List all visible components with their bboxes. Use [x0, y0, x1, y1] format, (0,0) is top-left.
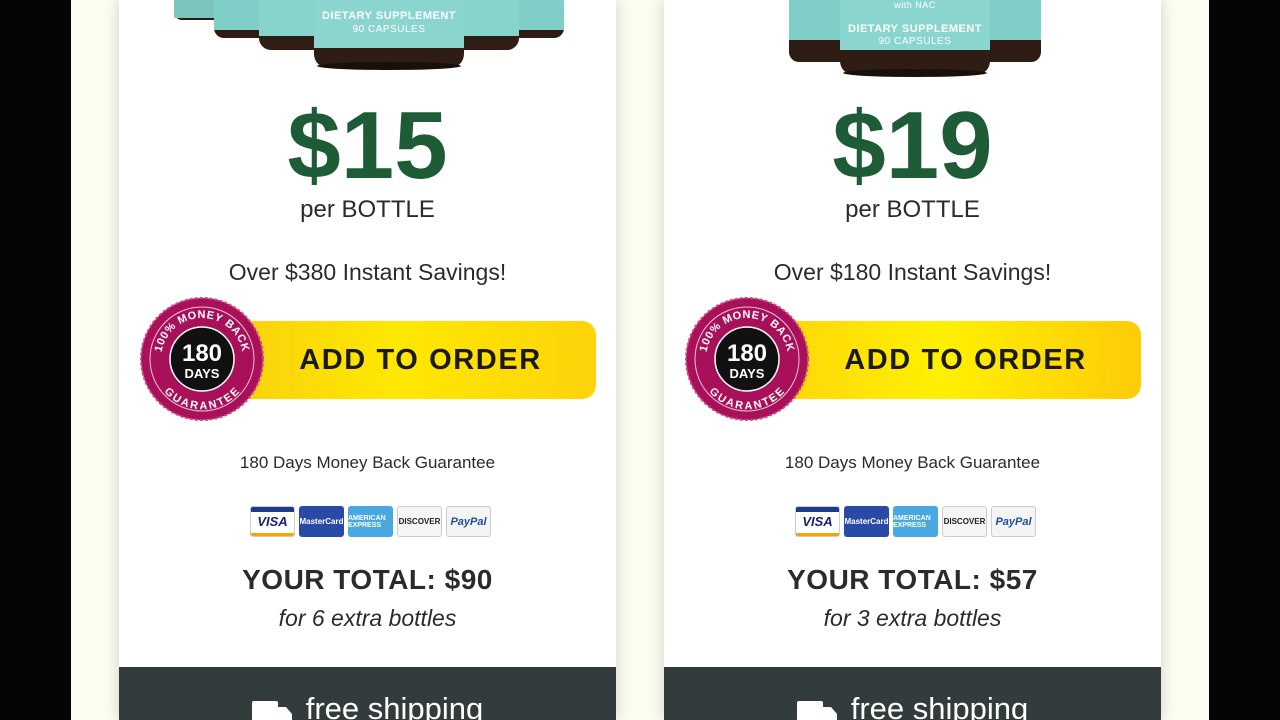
- badge-number: 180: [727, 340, 767, 367]
- order-total: YOUR TOTAL: $57: [787, 564, 1038, 595]
- per-bottle-label: per BOTTLE: [300, 196, 435, 223]
- discover-icon: DISCOVER: [397, 506, 442, 537]
- pricing-section: DIETARY SUPPLEMENT 90 CAPSULES $15 per B…: [71, 0, 1209, 720]
- price-per-bottle: $15: [287, 92, 448, 199]
- bottle-label-capsules: 90 CAPSULES: [878, 36, 952, 47]
- product-bottles-image: DIETARY SUPPLEMENT 90 CAPSULES: [119, 0, 616, 80]
- badge-number: 180: [182, 340, 222, 367]
- payment-methods: VISA MasterCard AMERICAN EXPRESS DISCOVE…: [795, 506, 1036, 537]
- discover-icon: DISCOVER: [942, 506, 987, 537]
- amex-icon: AMERICAN EXPRESS: [893, 506, 938, 537]
- shipping-label: free shipping: [305, 691, 484, 720]
- visa-icon: VISA: [795, 506, 840, 537]
- bottle-label-title: DIETARY SUPPLEMENT: [321, 10, 457, 22]
- shipping-label: free shipping: [850, 691, 1029, 720]
- visa-icon: VISA: [250, 506, 295, 537]
- add-to-order-label: ADD TO ORDER: [844, 343, 1087, 376]
- money-back-guarantee-badge-icon: 100% MONEY BACK GUARANTEE 180 DAYS: [140, 297, 264, 421]
- offer-card-3-bottles: with NAC DIETARY SUPPLEMENT 90 CAPSULES …: [664, 0, 1161, 720]
- bottle-label-title: DIETARY SUPPLEMENT: [847, 23, 983, 35]
- offer-card-6-bottles: DIETARY SUPPLEMENT 90 CAPSULES $15 per B…: [119, 0, 616, 720]
- guarantee-text: 180 Days Money Back Guarantee: [784, 453, 1041, 472]
- page-background-left: [0, 0, 71, 720]
- add-to-order-button[interactable]: ADD TO ORDER: [235, 321, 596, 399]
- amex-icon: AMERICAN EXPRESS: [348, 506, 393, 537]
- mastercard-icon: MasterCard: [844, 506, 889, 537]
- extra-bottles-note: for 3 extra bottles: [823, 605, 1002, 631]
- shipping-bar: free shipping: [664, 667, 1161, 720]
- mastercard-icon: MasterCard: [299, 506, 344, 537]
- add-to-order-label: ADD TO ORDER: [299, 343, 542, 376]
- guarantee-text: 180 Days Money Back Guarantee: [239, 453, 496, 472]
- payment-methods: VISA MasterCard AMERICAN EXPRESS DISCOVE…: [250, 506, 491, 537]
- shipping-bar: free shipping: [119, 667, 616, 720]
- badge-unit: DAYS: [185, 366, 220, 381]
- paypal-icon: PayPal: [446, 506, 491, 537]
- truck-icon: [796, 701, 837, 720]
- per-bottle-label: per BOTTLE: [845, 196, 980, 223]
- badge-unit: DAYS: [730, 366, 765, 381]
- money-back-guarantee-badge-icon: 100% MONEY BACK GUARANTEE 180 DAYS: [685, 297, 809, 421]
- bottle-label-subtitle: with NAC: [894, 0, 936, 10]
- page-background-right: [1209, 0, 1280, 720]
- paypal-icon: PayPal: [991, 506, 1036, 537]
- product-bottles-image: with NAC DIETARY SUPPLEMENT 90 CAPSULES: [664, 0, 1161, 80]
- order-total: YOUR TOTAL: $90: [242, 564, 493, 595]
- add-to-order-button[interactable]: ADD TO ORDER: [780, 321, 1141, 399]
- truck-icon: [251, 701, 292, 720]
- price-per-bottle: $19: [832, 92, 993, 199]
- extra-bottles-note: for 6 extra bottles: [278, 605, 457, 631]
- bottle-label-capsules: 90 CAPSULES: [352, 24, 426, 35]
- savings-text: Over $180 Instant Savings!: [773, 259, 1052, 285]
- savings-text: Over $380 Instant Savings!: [228, 259, 507, 285]
